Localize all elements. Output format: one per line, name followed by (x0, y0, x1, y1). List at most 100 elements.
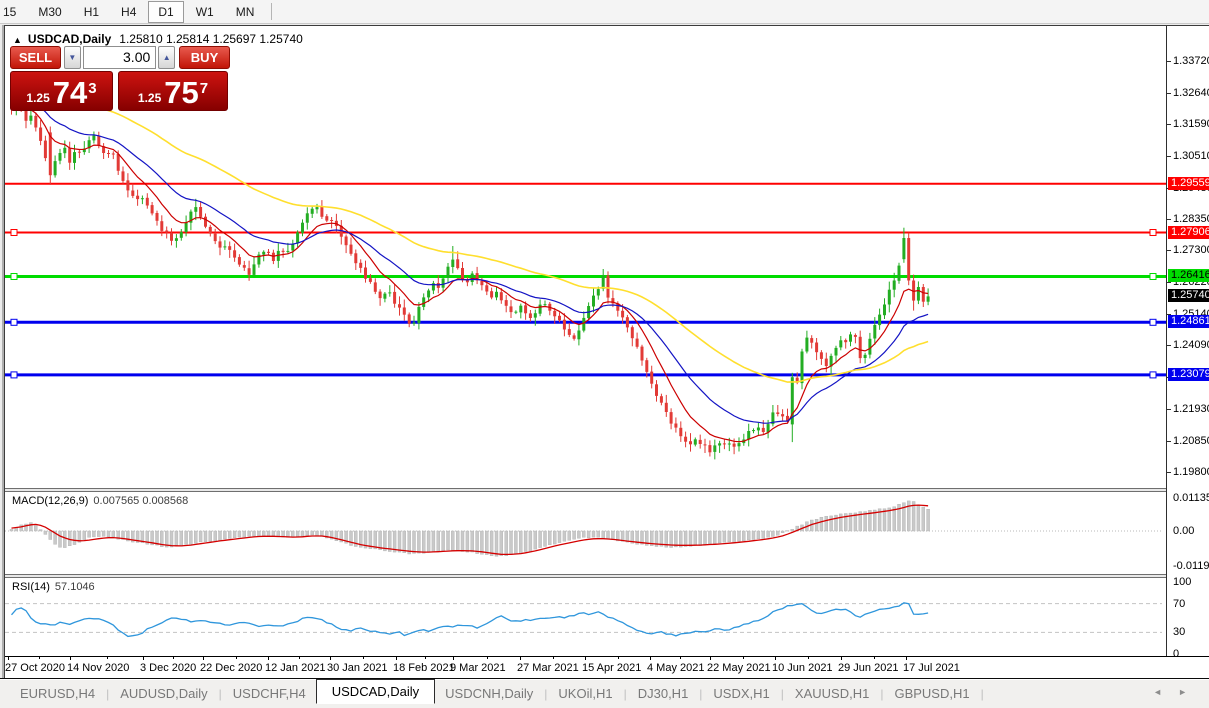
time-tick-mark (874, 657, 875, 659)
buy-button[interactable]: BUY (179, 46, 231, 69)
level-handle-left[interactable] (10, 273, 18, 280)
price-level-badge[interactable]: 1.26416 (1168, 269, 1209, 282)
level-handle-right[interactable] (1149, 318, 1157, 326)
tab-usdcnh-daily[interactable]: USDCNH,Daily (443, 683, 535, 704)
price-tick-label: 1.33720 (1173, 55, 1209, 67)
timeframe-H1[interactable]: H1 (74, 1, 109, 23)
time-tick-mark (173, 657, 174, 659)
timeframe-D1[interactable]: D1 (148, 0, 184, 23)
toolbar-separator (271, 3, 273, 20)
tab-usdchf-h4[interactable]: USDCHF,H4 (231, 683, 308, 704)
level-handle-right[interactable] (1149, 273, 1157, 280)
sell-button[interactable]: SELL (10, 46, 61, 69)
panel-divider[interactable] (5, 574, 1209, 578)
tab-eurusd-h4[interactable]: EURUSD,H4 (18, 683, 97, 704)
tab-gbpusd-h1[interactable]: GBPUSD,H1 (892, 683, 971, 704)
level-handle-left[interactable] (10, 318, 18, 326)
tab-separator: | (218, 686, 222, 701)
time-tick-label: 18 Feb 2021 (393, 662, 455, 674)
panel-divider[interactable] (5, 488, 1209, 492)
price-tick-label: 1.30510 (1173, 150, 1209, 162)
timeframe-M30[interactable]: M30 (28, 1, 71, 23)
timeframe-15[interactable]: 15 (0, 1, 26, 23)
price-tick-label: 1.31590 (1173, 118, 1209, 130)
sell-price-display[interactable]: 1.25 74 3 (10, 71, 113, 111)
price-tick-label: 1.20850 (1173, 435, 1209, 447)
timeframe-W1[interactable]: W1 (186, 1, 224, 23)
tab-separator: | (623, 686, 627, 701)
time-axis[interactable]: 27 Oct 2020 14 Nov 2020 3 Dec 2020 22 Dec 2… (5, 656, 1209, 678)
price-axis[interactable]: 1.337201.326401.315901.305101.294301.283… (1166, 26, 1209, 660)
time-tick-mark (585, 657, 586, 660)
tab-scroll-arrows[interactable]: ◄► (1153, 687, 1203, 697)
price-tick-mark (1167, 282, 1171, 283)
time-tick-mark (268, 657, 269, 660)
timeframe-H4[interactable]: H4 (111, 1, 146, 23)
sell-price-sup: 3 (88, 80, 97, 97)
level-handle-left[interactable] (10, 229, 18, 236)
tab-xauusd-h1[interactable]: XAUUSD,H1 (793, 683, 871, 704)
timeframe-MN[interactable]: MN (226, 1, 265, 23)
price-tick-mark (1167, 124, 1171, 125)
volume-input[interactable]: 3.00 (82, 46, 157, 69)
time-tick-label: 14 Nov 2020 (67, 662, 130, 674)
buy-price-sup: 7 (199, 80, 209, 97)
chevron-up-icon: ▲ (162, 53, 171, 62)
tab-usdx-h1[interactable]: USDX,H1 (711, 683, 771, 704)
one-click-trading-panel: SELL ▼ 3.00 ▲ BUY 1.25 74 3 1.25 75 7 (10, 46, 231, 111)
time-tick-mark (39, 657, 40, 659)
tab-usdcad-daily[interactable]: USDCAD,Daily (315, 679, 436, 704)
ma-fast (11, 103, 929, 443)
time-tick-mark (680, 657, 681, 659)
price-level-badge[interactable]: 1.23079 (1168, 368, 1209, 381)
buy-price-display[interactable]: 1.25 75 7 (118, 71, 228, 111)
time-tick-mark (203, 657, 204, 660)
rsi-indicator-label: RSI(14) 57.1046 (12, 581, 95, 593)
time-tick-label: 10 Jun 2021 (772, 662, 833, 674)
macd-tick-label: 0.00 (1173, 525, 1195, 537)
tab-separator: | (544, 686, 548, 701)
time-tick-mark (453, 657, 454, 660)
tab-dj30-h1[interactable]: DJ30,H1 (636, 683, 691, 704)
price-tick-mark (1167, 345, 1171, 346)
price-tick-mark (1167, 409, 1171, 410)
price-level-badge[interactable]: 1.24861 (1168, 315, 1209, 328)
time-tick-mark (650, 657, 651, 660)
price-tick-label: 1.21930 (1173, 403, 1209, 415)
price-tick-mark (1167, 441, 1171, 442)
time-tick-mark (841, 657, 842, 660)
rsi-plot[interactable] (5, 578, 1166, 656)
time-tick-label: 29 Jun 2021 (838, 662, 899, 674)
time-tick-mark (396, 657, 397, 660)
tab-separator: | (699, 686, 703, 701)
price-level-badge[interactable]: 1.27906 (1168, 226, 1209, 239)
time-tick-label: 30 Jan 2021 (327, 662, 388, 674)
price-tick-label: 1.27300 (1173, 244, 1209, 256)
rsi-tick-label: 0 (1173, 648, 1180, 660)
price-tick-label: 1.28350 (1173, 213, 1209, 225)
buy-price-prefix: 1.25 (137, 91, 162, 105)
rsi-value: 57.1046 (54, 581, 95, 593)
level-handle-right[interactable] (1149, 371, 1157, 379)
chevron-down-icon: ▼ (68, 53, 77, 62)
tab-ukoil-h1[interactable]: UKOil,H1 (556, 683, 614, 704)
tab-separator: | (780, 686, 784, 701)
price-level-badge[interactable]: 1.29559 (1168, 177, 1209, 190)
time-tick-mark (299, 657, 300, 659)
price-tick-mark (1167, 93, 1171, 94)
time-tick-label: 22 May 2021 (707, 662, 771, 674)
time-tick-mark (775, 657, 776, 660)
time-tick-mark (487, 657, 488, 659)
volume-decrease-button[interactable]: ▼ (63, 46, 81, 69)
tab-audusd-daily[interactable]: AUDUSD,Daily (118, 683, 209, 704)
macd-name: MACD(12,26,9) (12, 495, 89, 507)
time-tick-label: 9 Mar 2021 (450, 662, 506, 674)
price-tick-label: 1.32640 (1173, 87, 1209, 99)
tab-separator: | (106, 686, 110, 701)
time-tick-mark (363, 657, 364, 659)
level-handle-left[interactable] (10, 371, 18, 379)
collapse-triangle-icon[interactable]: ▲ (13, 35, 22, 45)
level-handle-right[interactable] (1149, 229, 1157, 236)
volume-increase-button[interactable]: ▲ (158, 46, 176, 69)
price-tick-label: 1.24090 (1173, 339, 1209, 351)
